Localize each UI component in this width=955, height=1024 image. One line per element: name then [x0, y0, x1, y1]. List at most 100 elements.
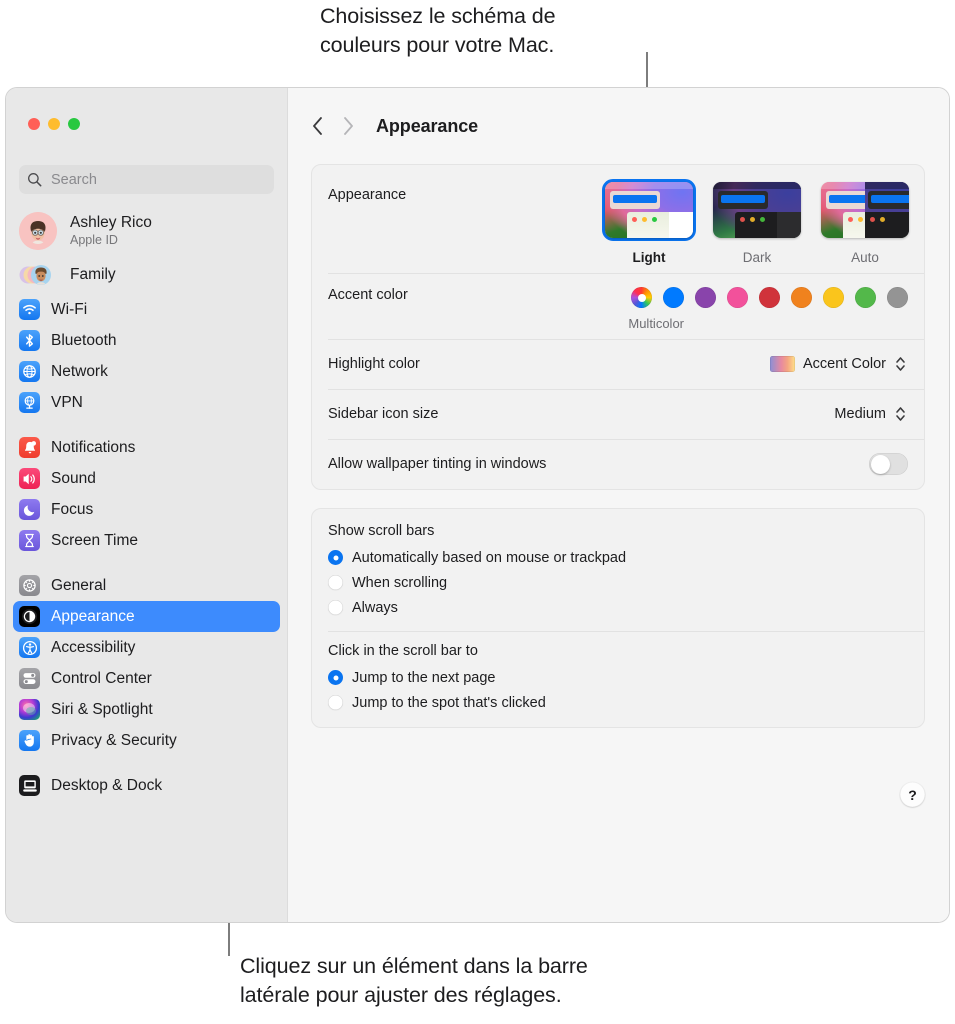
- click-scroll-bar-options: Jump to the next page Jump to the spot th…: [312, 665, 924, 715]
- theme-caption-auto: Auto: [851, 250, 879, 265]
- sidebar-item-label: Control Center: [51, 669, 152, 687]
- accent-swatch-purple[interactable]: [695, 287, 716, 308]
- sidebar-item-label: Bluetooth: [51, 331, 117, 349]
- radio-label: Always: [352, 599, 398, 616]
- radio-label: Jump to the next page: [352, 669, 496, 686]
- sidebar-item-family[interactable]: Family: [6, 256, 287, 294]
- sidebar-item-label: Focus: [51, 500, 94, 518]
- radio-option[interactable]: Jump to the spot that's clicked: [312, 690, 924, 715]
- radio-option[interactable]: Always: [312, 595, 924, 620]
- accent-swatch-multicolor[interactable]: [631, 287, 652, 308]
- sidebar-item-desktop-dock[interactable]: Desktop & Dock: [13, 770, 280, 801]
- account-subtitle: Apple ID: [70, 233, 118, 248]
- desktop-dock-icon: [19, 775, 40, 796]
- radio-label: Jump to the spot that's clicked: [352, 694, 546, 711]
- callout-bottom-text: Cliquez sur un élément dans la barre lat…: [240, 954, 588, 1007]
- theme-picker: Light Dark Auto: [602, 179, 912, 265]
- sidebar-group: General Appearance Accessibility Control Ce…: [6, 570, 287, 756]
- accent-swatch-orange[interactable]: [791, 287, 812, 308]
- highlight-color-row[interactable]: Highlight color Accent Color: [312, 339, 924, 389]
- scroll-bars-group: Show scroll bars Automatically based on …: [311, 508, 925, 728]
- maximize-button[interactable]: [68, 118, 80, 130]
- system-settings-window: Search Ashley Rico Apple ID Family Wi-Fi…: [6, 88, 949, 922]
- sidebar-item-network[interactable]: Network: [13, 356, 280, 387]
- minimize-button[interactable]: [48, 118, 60, 130]
- theme-option-dark[interactable]: Dark: [710, 179, 804, 265]
- wallpaper-tinting-toggle[interactable]: [869, 453, 908, 475]
- sidebar-item-sound[interactable]: Sound: [13, 463, 280, 494]
- radio-option[interactable]: Automatically based on mouse or trackpad: [312, 545, 924, 570]
- back-button[interactable]: [305, 113, 331, 139]
- sidebar-scroll-area[interactable]: Ashley Rico Apple ID Family Wi-Fi Blueto…: [6, 206, 287, 922]
- sidebar: Search Ashley Rico Apple ID Family Wi-Fi…: [6, 88, 287, 922]
- theme-caption-dark: Dark: [742, 250, 772, 265]
- screen-time-icon: [19, 530, 40, 551]
- radio-button[interactable]: [328, 670, 343, 685]
- theme-option-auto[interactable]: Auto: [818, 179, 912, 265]
- sidebar-item-label: Network: [51, 362, 108, 380]
- forward-button[interactable]: [335, 113, 361, 139]
- accent-swatch-red[interactable]: [759, 287, 780, 308]
- radio-option[interactable]: When scrolling: [312, 570, 924, 595]
- sidebar-group: Desktop & Dock: [6, 770, 287, 801]
- divider: [328, 631, 924, 632]
- radio-button[interactable]: [328, 600, 343, 615]
- theme-option-light[interactable]: Light: [602, 179, 696, 265]
- general-icon: [19, 575, 40, 596]
- wallpaper-tinting-row: Allow wallpaper tinting in windows: [312, 439, 924, 489]
- theme-caption-light: Light: [632, 250, 666, 265]
- accent-swatch-graphite[interactable]: [887, 287, 908, 308]
- chevron-updown-icon[interactable]: [893, 403, 908, 425]
- sidebar-icon-size-value: Medium: [834, 406, 886, 422]
- appearance-settings-group: Appearance Light Dark Auto Accent color …: [311, 164, 925, 490]
- sidebar-item-general[interactable]: General: [13, 570, 280, 601]
- search-placeholder: Search: [51, 171, 97, 188]
- close-button[interactable]: [28, 118, 40, 130]
- radio-button[interactable]: [328, 575, 343, 590]
- sidebar-item-control-center[interactable]: Control Center: [13, 663, 280, 694]
- radio-option[interactable]: Jump to the next page: [312, 665, 924, 690]
- sidebar-item-siri-spotlight[interactable]: Siri & Spotlight: [13, 694, 280, 725]
- family-avatars-icon: [19, 262, 57, 288]
- account-name: Ashley Rico: [70, 214, 152, 232]
- sidebar-item-label: Sound: [51, 469, 96, 487]
- avatar: [19, 212, 57, 250]
- sidebar-item-label: General: [51, 576, 107, 594]
- sidebar-item-vpn[interactable]: VPN: [13, 387, 280, 418]
- accent-color-row: Accent color Multicolor: [312, 273, 924, 339]
- sidebar-item-bluetooth[interactable]: Bluetooth: [13, 325, 280, 356]
- accent-swatch-yellow[interactable]: [823, 287, 844, 308]
- sidebar-item-apple-id[interactable]: Ashley Rico Apple ID: [6, 206, 287, 256]
- accent-swatch-blue[interactable]: [663, 287, 684, 308]
- sidebar-item-appearance[interactable]: Appearance: [13, 601, 280, 632]
- wifi-icon: [19, 299, 40, 320]
- radio-button[interactable]: [328, 550, 343, 565]
- appearance-label: Appearance: [328, 187, 407, 203]
- sidebar-item-focus[interactable]: Focus: [13, 494, 280, 525]
- sidebar-item-label: Appearance: [51, 607, 135, 625]
- window-controls: [28, 118, 80, 130]
- sidebar-icon-size-row[interactable]: Sidebar icon size Medium: [312, 389, 924, 439]
- content-pane: Appearance Appearance Light Dark Auto Ac…: [287, 88, 949, 922]
- sidebar-item-wi-fi[interactable]: Wi-Fi: [13, 294, 280, 325]
- chevron-updown-icon[interactable]: [893, 353, 908, 375]
- sidebar-item-accessibility[interactable]: Accessibility: [13, 632, 280, 663]
- help-button[interactable]: ?: [900, 782, 925, 807]
- accent-swatch-pink[interactable]: [727, 287, 748, 308]
- sidebar-item-notifications[interactable]: Notifications: [13, 432, 280, 463]
- search-input[interactable]: Search: [19, 165, 274, 194]
- sidebar-item-label: Accessibility: [51, 638, 136, 656]
- control-center-icon: [19, 668, 40, 689]
- theme-thumbnail-dark: [713, 182, 801, 238]
- accent-color-swatches: [631, 287, 908, 308]
- accent-swatch-green[interactable]: [855, 287, 876, 308]
- highlight-color-chip: [769, 356, 795, 372]
- sidebar-item-privacy-security[interactable]: Privacy & Security: [13, 725, 280, 756]
- sidebar-item-screen-time[interactable]: Screen Time: [13, 525, 280, 556]
- highlight-color-value: Accent Color: [802, 356, 886, 372]
- sidebar-item-label: Desktop & Dock: [51, 776, 163, 794]
- sidebar-group: Wi-Fi Bluetooth Network VPN: [6, 294, 287, 418]
- radio-button[interactable]: [328, 695, 343, 710]
- accent-color-label: Accent color: [328, 287, 408, 303]
- privacy-icon: [19, 730, 40, 751]
